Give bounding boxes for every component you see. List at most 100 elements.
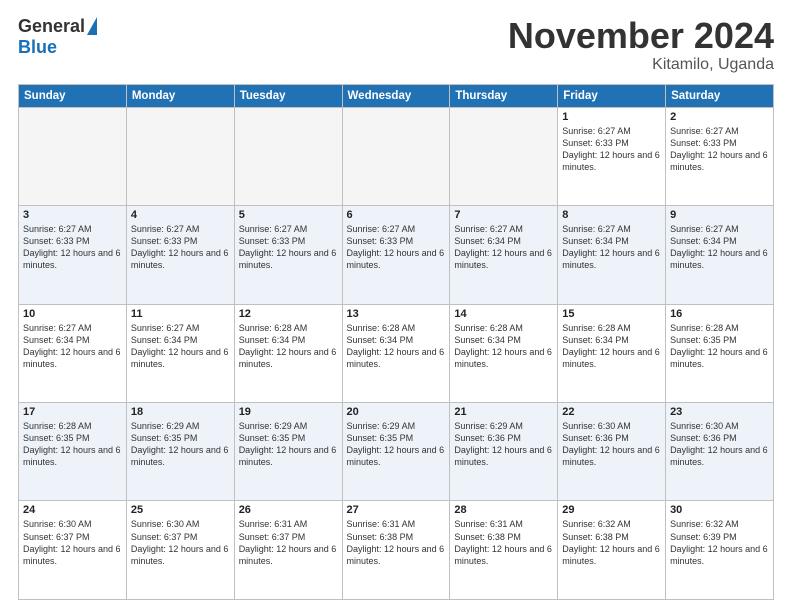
calendar-cell: 1Sunrise: 6:27 AM Sunset: 6:33 PM Daylig… [558, 107, 666, 205]
calendar-cell: 15 Sunrise: 6:28 AM Sunset: 6:34 PM Dayli… [558, 304, 666, 402]
day-info: Sunrise: 6:27 AM Sunset: 6:33 PM Dayligh… [562, 126, 660, 172]
calendar-cell: 27 Sunrise: 6:31 AM Sunset: 6:38 PM Dayli… [342, 501, 450, 600]
day-info: Sunrise: 6:29 AM Sunset: 6:35 PM Dayligh… [347, 421, 445, 467]
calendar-cell: 20 Sunrise: 6:29 AM Sunset: 6:35 PM Dayli… [342, 403, 450, 501]
day-number: 4 [131, 209, 230, 221]
day-info: Sunrise: 6:28 AM Sunset: 6:35 PM Dayligh… [670, 323, 768, 369]
calendar-cell: 19 Sunrise: 6:29 AM Sunset: 6:35 PM Dayli… [234, 403, 342, 501]
calendar-cell: 17 Sunrise: 6:28 AM Sunset: 6:35 PM Dayli… [19, 403, 127, 501]
day-info: Sunrise: 6:27 AM Sunset: 6:34 PM Dayligh… [670, 224, 768, 270]
calendar-cell: 24Sunrise: 6:30 AM Sunset: 6:37 PM Dayli… [19, 501, 127, 600]
calendar-cell: 25 Sunrise: 6:30 AM Sunset: 6:37 PM Dayli… [126, 501, 234, 600]
day-number: 11 [131, 308, 230, 320]
day-number: 29 [562, 504, 661, 516]
day-info: Sunrise: 6:28 AM Sunset: 6:34 PM Dayligh… [562, 323, 660, 369]
day-number: 25 [131, 504, 230, 516]
calendar-cell: 21Sunrise: 6:29 AM Sunset: 6:36 PM Dayli… [450, 403, 558, 501]
day-number: 26 [239, 504, 338, 516]
day-number: 7 [454, 209, 553, 221]
day-info: Sunrise: 6:31 AM Sunset: 6:37 PM Dayligh… [239, 519, 337, 565]
calendar-cell [450, 107, 558, 205]
day-info: Sunrise: 6:31 AM Sunset: 6:38 PM Dayligh… [347, 519, 445, 565]
day-number: 14 [454, 308, 553, 320]
day-info: Sunrise: 6:27 AM Sunset: 6:33 PM Dayligh… [347, 224, 445, 270]
week-row-5: 24Sunrise: 6:30 AM Sunset: 6:37 PM Dayli… [19, 501, 774, 600]
col-header-monday: Monday [126, 84, 234, 107]
col-header-friday: Friday [558, 84, 666, 107]
day-number: 19 [239, 406, 338, 418]
calendar-cell [342, 107, 450, 205]
calendar-cell: 14 Sunrise: 6:28 AM Sunset: 6:34 PM Dayli… [450, 304, 558, 402]
day-number: 27 [347, 504, 446, 516]
header-row: SundayMondayTuesdayWednesdayThursdayFrid… [19, 84, 774, 107]
day-info: Sunrise: 6:27 AM Sunset: 6:33 PM Dayligh… [670, 126, 768, 172]
day-info: Sunrise: 6:30 AM Sunset: 6:36 PM Dayligh… [670, 421, 768, 467]
day-number: 15 [562, 308, 661, 320]
calendar-title: November 2024 [508, 16, 774, 56]
calendar-cell: 10 Sunrise: 6:27 AM Sunset: 6:34 PM Dayli… [19, 304, 127, 402]
day-number: 20 [347, 406, 446, 418]
day-info: Sunrise: 6:27 AM Sunset: 6:34 PM Dayligh… [562, 224, 660, 270]
day-number: 30 [670, 504, 769, 516]
col-header-sunday: Sunday [19, 84, 127, 107]
week-row-1: 1Sunrise: 6:27 AM Sunset: 6:33 PM Daylig… [19, 107, 774, 205]
day-number: 18 [131, 406, 230, 418]
week-row-4: 17 Sunrise: 6:28 AM Sunset: 6:35 PM Dayli… [19, 403, 774, 501]
calendar-cell: 18 Sunrise: 6:29 AM Sunset: 6:35 PM Dayli… [126, 403, 234, 501]
day-info: Sunrise: 6:28 AM Sunset: 6:34 PM Dayligh… [347, 323, 445, 369]
col-header-saturday: Saturday [666, 84, 774, 107]
day-info: Sunrise: 6:29 AM Sunset: 6:35 PM Dayligh… [239, 421, 337, 467]
calendar-cell: 16 Sunrise: 6:28 AM Sunset: 6:35 PM Dayli… [666, 304, 774, 402]
day-info: Sunrise: 6:27 AM Sunset: 6:33 PM Dayligh… [131, 224, 229, 270]
calendar-subtitle: Kitamilo, Uganda [508, 56, 774, 74]
day-number: 10 [23, 308, 122, 320]
calendar-cell: 22Sunrise: 6:30 AM Sunset: 6:36 PM Dayli… [558, 403, 666, 501]
day-info: Sunrise: 6:27 AM Sunset: 6:34 PM Dayligh… [23, 323, 121, 369]
calendar-cell: 8 Sunrise: 6:27 AM Sunset: 6:34 PM Daylig… [558, 206, 666, 304]
calendar-page: General Blue November 2024 Kitamilo, Uga… [0, 0, 792, 612]
logo-text: General [18, 16, 97, 37]
day-info: Sunrise: 6:32 AM Sunset: 6:39 PM Dayligh… [670, 519, 768, 565]
calendar-table: SundayMondayTuesdayWednesdayThursdayFrid… [18, 84, 774, 600]
logo-general: General [18, 16, 85, 37]
day-info: Sunrise: 6:28 AM Sunset: 6:34 PM Dayligh… [239, 323, 337, 369]
day-number: 6 [347, 209, 446, 221]
day-number: 5 [239, 209, 338, 221]
col-header-wednesday: Wednesday [342, 84, 450, 107]
day-info: Sunrise: 6:27 AM Sunset: 6:34 PM Dayligh… [454, 224, 552, 270]
day-number: 2 [670, 111, 769, 123]
col-header-thursday: Thursday [450, 84, 558, 107]
day-number: 8 [562, 209, 661, 221]
calendar-cell: 23 Sunrise: 6:30 AM Sunset: 6:36 PM Dayli… [666, 403, 774, 501]
day-number: 3 [23, 209, 122, 221]
day-number: 16 [670, 308, 769, 320]
calendar-cell: 9 Sunrise: 6:27 AM Sunset: 6:34 PM Daylig… [666, 206, 774, 304]
day-number: 17 [23, 406, 122, 418]
logo-triangle-icon [87, 17, 97, 35]
day-number: 9 [670, 209, 769, 221]
calendar-cell: 12Sunrise: 6:28 AM Sunset: 6:34 PM Dayli… [234, 304, 342, 402]
day-info: Sunrise: 6:28 AM Sunset: 6:35 PM Dayligh… [23, 421, 121, 467]
day-info: Sunrise: 6:29 AM Sunset: 6:36 PM Dayligh… [454, 421, 552, 467]
day-info: Sunrise: 6:30 AM Sunset: 6:37 PM Dayligh… [131, 519, 229, 565]
calendar-cell: 4 Sunrise: 6:27 AM Sunset: 6:33 PM Daylig… [126, 206, 234, 304]
calendar-cell: 11Sunrise: 6:27 AM Sunset: 6:34 PM Dayli… [126, 304, 234, 402]
calendar-cell [126, 107, 234, 205]
day-number: 23 [670, 406, 769, 418]
calendar-cell [19, 107, 127, 205]
calendar-cell: 6 Sunrise: 6:27 AM Sunset: 6:33 PM Daylig… [342, 206, 450, 304]
calendar-cell: 7 Sunrise: 6:27 AM Sunset: 6:34 PM Daylig… [450, 206, 558, 304]
day-info: Sunrise: 6:32 AM Sunset: 6:38 PM Dayligh… [562, 519, 660, 565]
calendar-cell: 29 Sunrise: 6:32 AM Sunset: 6:38 PM Dayli… [558, 501, 666, 600]
title-block: November 2024 Kitamilo, Uganda [508, 16, 774, 74]
day-info: Sunrise: 6:30 AM Sunset: 6:37 PM Dayligh… [23, 519, 121, 565]
calendar-cell: 5 Sunrise: 6:27 AM Sunset: 6:33 PM Daylig… [234, 206, 342, 304]
day-info: Sunrise: 6:28 AM Sunset: 6:34 PM Dayligh… [454, 323, 552, 369]
header: General Blue November 2024 Kitamilo, Uga… [18, 16, 774, 74]
day-info: Sunrise: 6:30 AM Sunset: 6:36 PM Dayligh… [562, 421, 660, 467]
day-info: Sunrise: 6:27 AM Sunset: 6:33 PM Dayligh… [23, 224, 121, 270]
calendar-cell: 3 Sunrise: 6:27 AM Sunset: 6:33 PM Daylig… [19, 206, 127, 304]
day-info: Sunrise: 6:27 AM Sunset: 6:33 PM Dayligh… [239, 224, 337, 270]
day-info: Sunrise: 6:31 AM Sunset: 6:38 PM Dayligh… [454, 519, 552, 565]
day-info: Sunrise: 6:29 AM Sunset: 6:35 PM Dayligh… [131, 421, 229, 467]
